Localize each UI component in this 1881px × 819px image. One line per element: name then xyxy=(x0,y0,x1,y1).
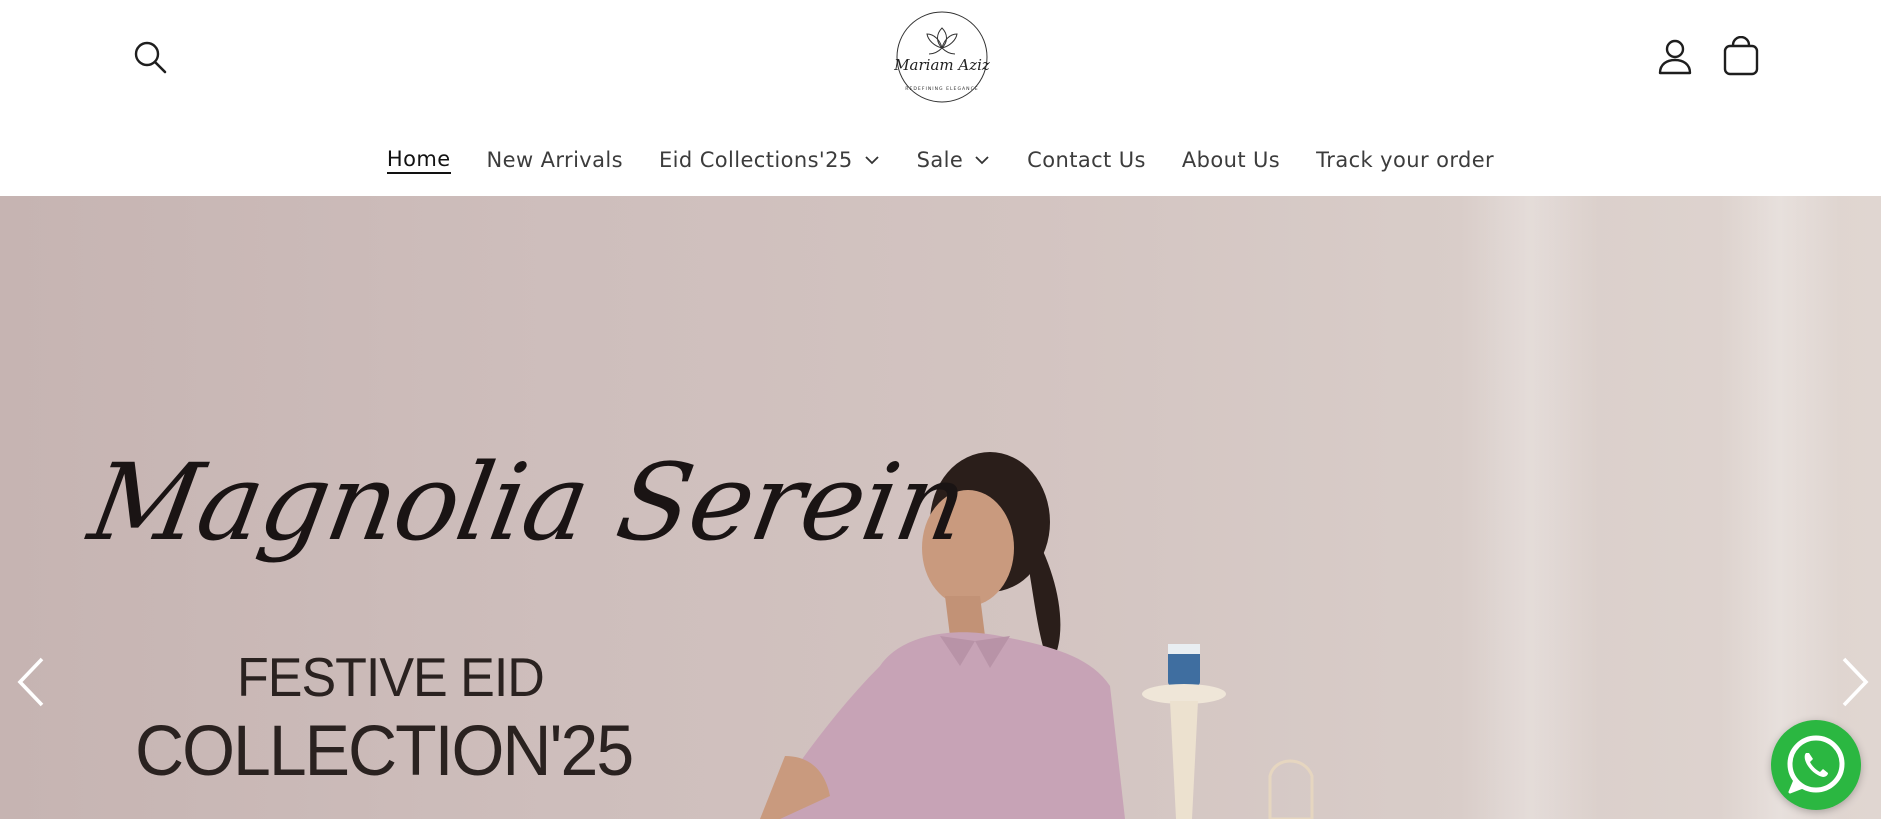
brand-logo[interactable]: Mariam Aziz REDEFINING ELEGANCE xyxy=(880,8,1004,106)
search-icon xyxy=(134,41,167,74)
hero-slideshow[interactable]: Magnolia Serein FESTIVE EID COLLECTION'2… xyxy=(0,196,1881,819)
slideshow-next-button[interactable] xyxy=(1838,656,1872,708)
whatsapp-chat-button[interactable] xyxy=(1771,720,1861,810)
nav-item-label: Contact Us xyxy=(1027,148,1146,172)
hero-line-1: FESTIVE EID xyxy=(237,647,545,709)
nav-item-sale[interactable]: Sale xyxy=(917,140,992,180)
main-nav: Home New Arrivals Eid Collections'25 Sal… xyxy=(0,140,1881,180)
logo-icon: Mariam Aziz REDEFINING ELEGANCE xyxy=(893,11,990,103)
nav-item-new-arrivals[interactable]: New Arrivals xyxy=(487,140,623,180)
chevron-down-icon xyxy=(864,156,879,165)
nav-item-label: Home xyxy=(386,147,451,174)
nav-item-track-order[interactable]: Track your order xyxy=(1316,140,1494,180)
account-button[interactable] xyxy=(1657,38,1693,76)
nav-item-about-us[interactable]: About Us xyxy=(1182,140,1280,180)
nav-item-eid-collections[interactable]: Eid Collections'25 xyxy=(659,140,881,180)
cart-button[interactable] xyxy=(1722,36,1760,76)
svg-text:Mariam Aziz: Mariam Aziz xyxy=(893,56,990,74)
cart-icon xyxy=(1723,36,1759,76)
search-button[interactable] xyxy=(133,40,167,74)
chevron-left-icon xyxy=(17,657,44,707)
whatsapp-icon xyxy=(1787,735,1845,794)
nav-item-label: About Us xyxy=(1181,148,1281,172)
nav-item-contact-us[interactable]: Contact Us xyxy=(1027,140,1146,180)
chevron-right-icon xyxy=(1842,657,1869,707)
nav-item-label: New Arrivals xyxy=(486,148,623,172)
svg-text:REDEFINING ELEGANCE: REDEFINING ELEGANCE xyxy=(905,86,978,92)
nav-item-label: Sale xyxy=(916,148,964,172)
nav-item-label: Track your order xyxy=(1316,148,1495,172)
user-icon xyxy=(1658,39,1692,75)
hero-line-2: COLLECTION'25 xyxy=(135,711,634,791)
slideshow-prev-button[interactable] xyxy=(14,656,48,708)
site-header: Mariam Aziz REDEFINING ELEGANCE Home New… xyxy=(0,0,1881,196)
nav-item-home[interactable]: Home xyxy=(386,140,451,180)
hero-script-title: Magnolia Serein xyxy=(81,441,976,564)
chevron-down-icon xyxy=(975,156,989,165)
nav-item-label: Eid Collections'25 xyxy=(658,148,853,172)
